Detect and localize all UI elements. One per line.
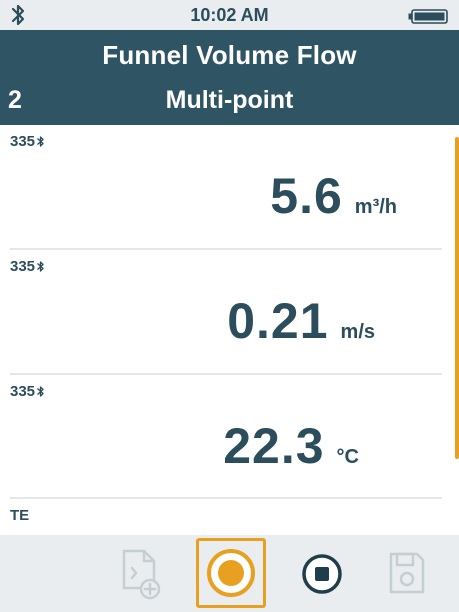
reading-volume-flow: 335 5.6 m³/h <box>0 125 445 247</box>
record-button[interactable] <box>196 538 266 608</box>
probe-id: 335 <box>10 133 36 150</box>
reading-velocity: 335 0.21 m/s <box>0 250 445 372</box>
device-screen: 10:02 AM Funnel Volume Flow 2 Multi-poin… <box>0 0 459 612</box>
reading-value-row: 5.6 m³/h <box>270 167 397 225</box>
scrollbar[interactable] <box>455 137 459 459</box>
battery-full-icon <box>408 9 448 24</box>
reading-temperature: 335 22.3 °C <box>0 375 445 497</box>
stop-icon <box>302 554 342 594</box>
probe-label: 335 <box>10 133 45 150</box>
reading-value: 22.3 <box>223 418 325 474</box>
divider <box>10 497 442 499</box>
reading-value: 5.6 <box>270 168 343 224</box>
save-icon <box>389 552 425 594</box>
bottom-toolbar <box>0 535 459 612</box>
bluetooth-icon <box>37 136 44 147</box>
reading-value-row: 22.3 °C <box>223 417 359 475</box>
reading-unit: °C <box>336 446 359 468</box>
status-bar: 10:02 AM <box>0 0 459 30</box>
save-button[interactable] <box>375 542 439 606</box>
clock: 10:02 AM <box>190 5 269 25</box>
probe-id: 335 <box>10 258 36 275</box>
reading-value: 0.21 <box>227 293 329 349</box>
measurement-header: Funnel Volume Flow 2 Multi-point <box>0 30 459 125</box>
probe-label: 335 <box>10 258 45 275</box>
readings-list[interactable]: 335 5.6 m³/h 335 0.21 m/s 335 22.3 °C TE <box>0 125 459 535</box>
stop-button[interactable] <box>290 542 354 606</box>
record-icon <box>207 549 255 597</box>
page-title: Funnel Volume Flow <box>102 40 357 70</box>
bluetooth-icon <box>37 386 44 397</box>
probe-label-te: TE <box>10 507 30 524</box>
bluetooth-icon <box>37 261 44 272</box>
reading-value-row: 0.21 m/s <box>227 292 375 350</box>
report-button[interactable] <box>108 542 172 606</box>
measurement-mode: Multi-point <box>165 86 294 114</box>
probe-label: 335 <box>10 383 45 400</box>
report-document-icon <box>122 549 161 600</box>
probe-id: 335 <box>10 383 36 400</box>
reading-unit: m/s <box>340 321 375 343</box>
reading-unit: m³/h <box>354 196 397 218</box>
